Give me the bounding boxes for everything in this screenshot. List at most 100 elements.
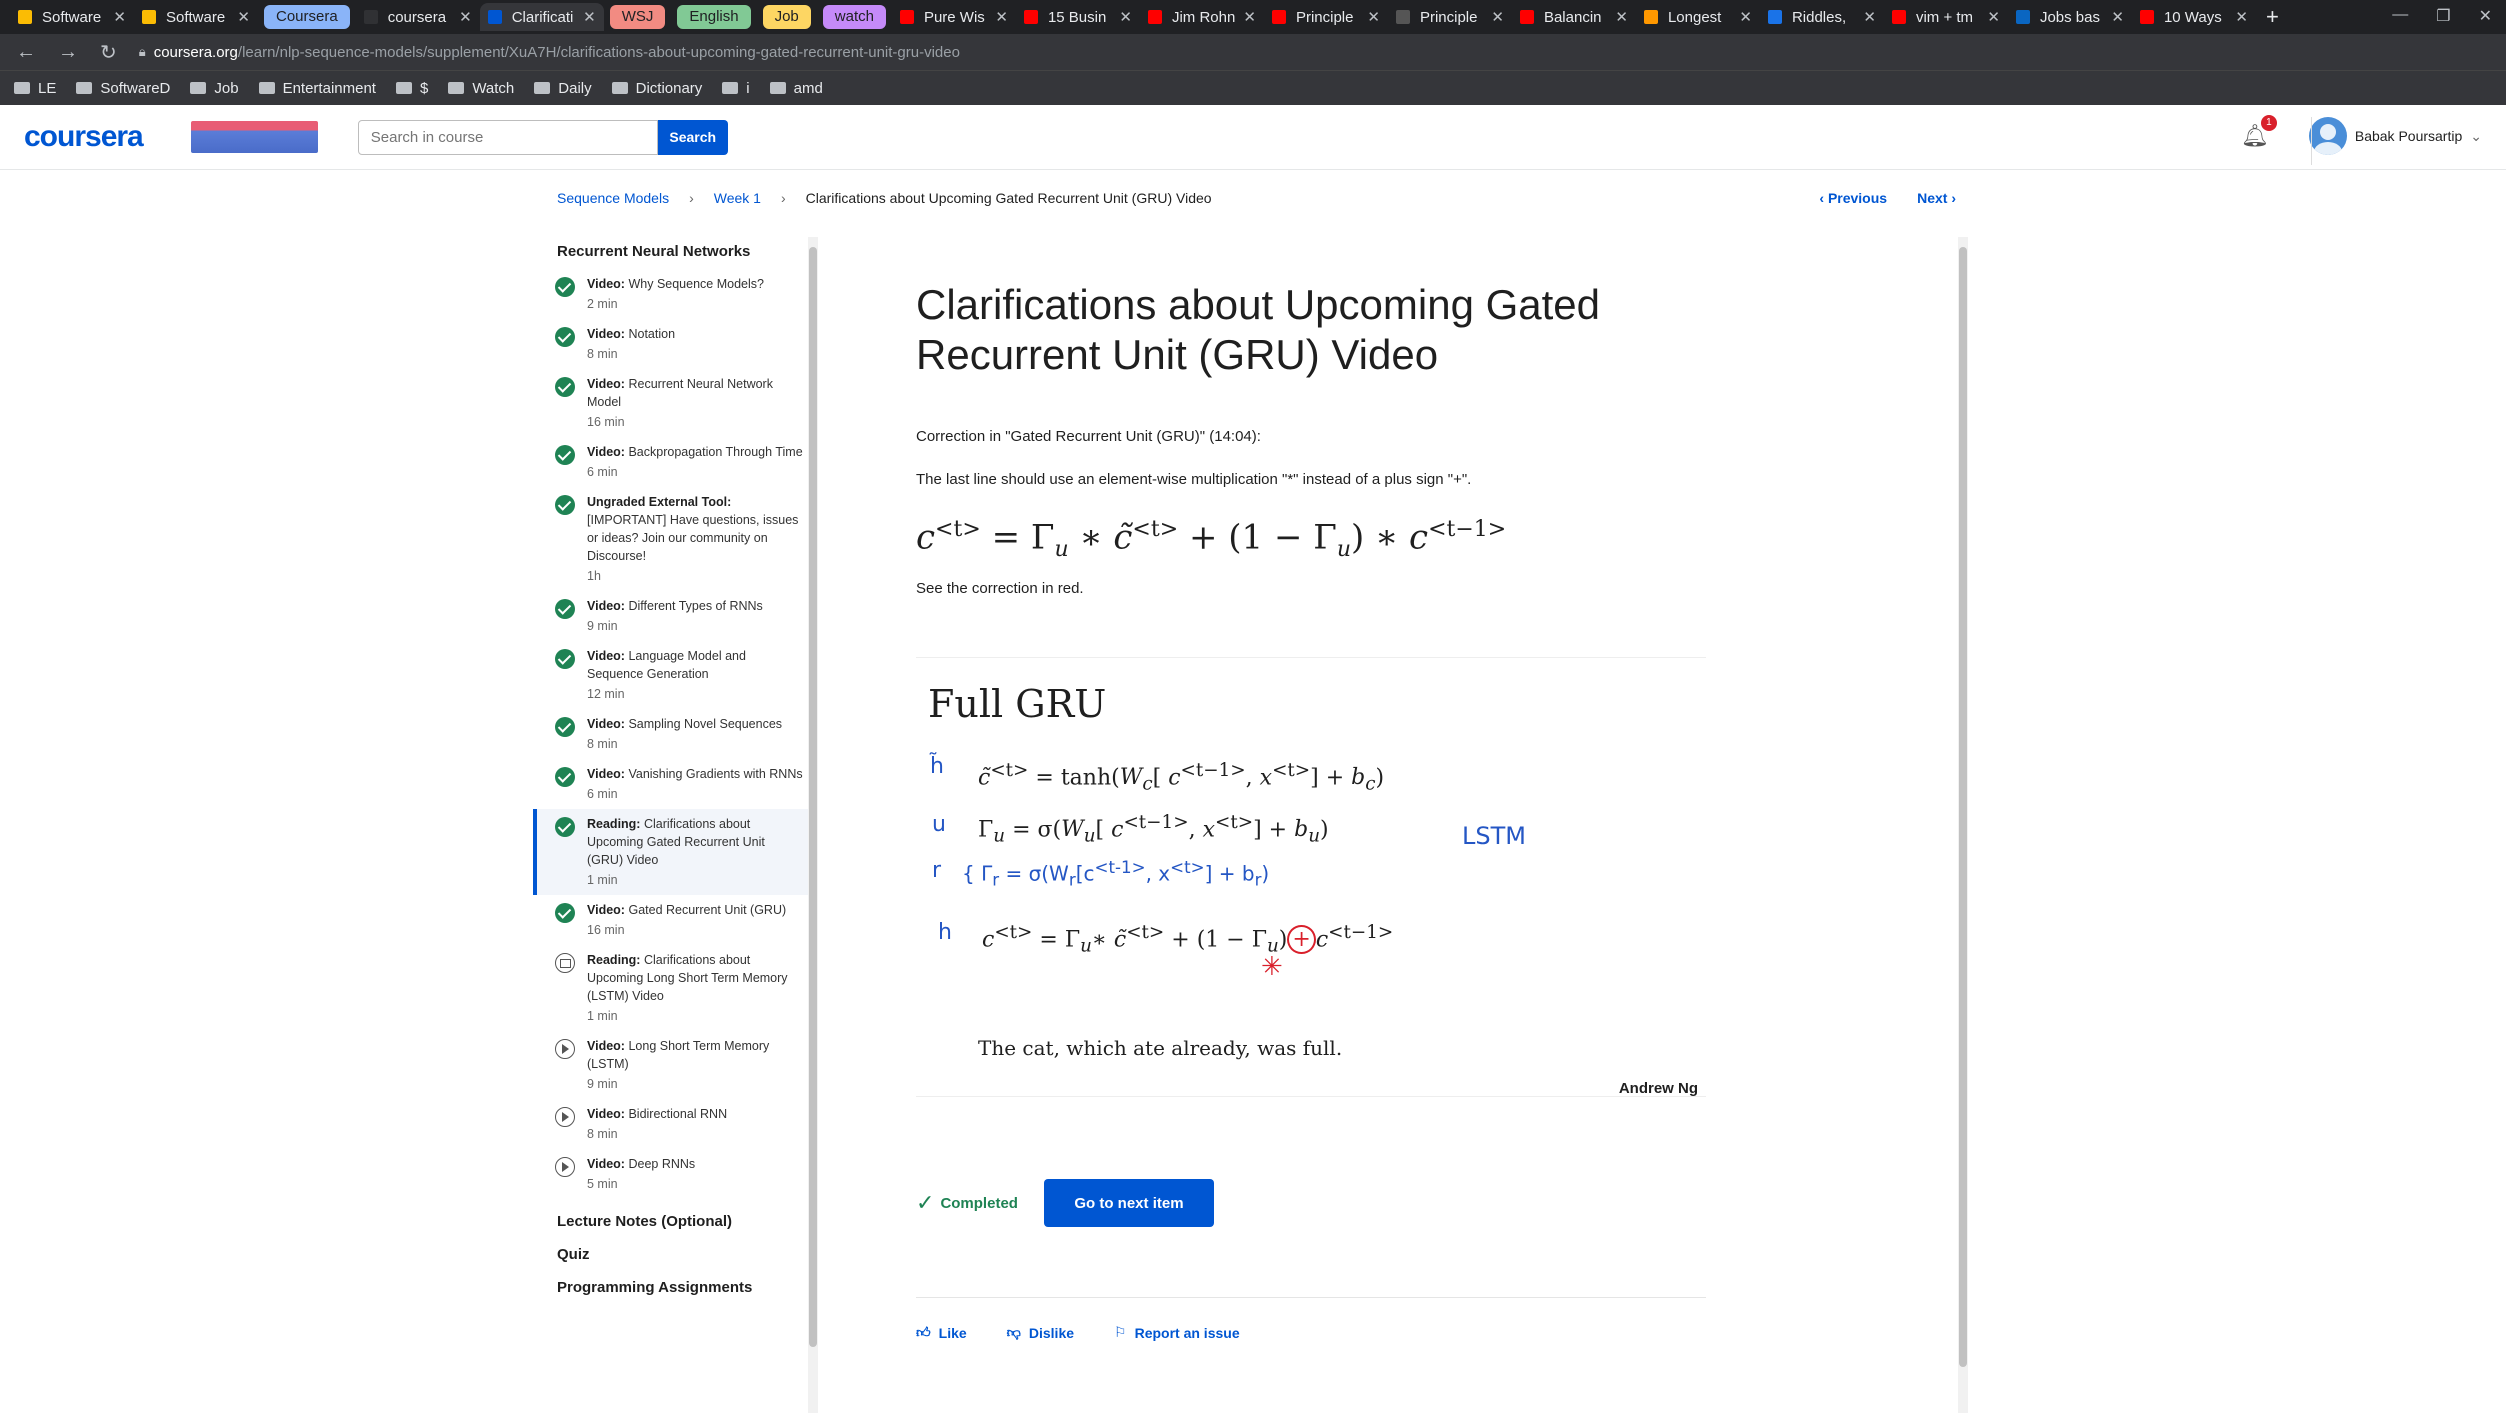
- outline-item[interactable]: Video: Backpropagation Through Time 6 min: [533, 437, 809, 487]
- restore-icon[interactable]: ❐: [2436, 6, 2450, 26]
- browser-tab[interactable]: Jim Rohn ✕: [1140, 3, 1264, 31]
- favicon-icon: [487, 10, 502, 24]
- tab-title: Software: [42, 8, 102, 26]
- bookmark-item[interactable]: Dictionary: [611, 80, 702, 97]
- breadcrumb-week[interactable]: Week 1: [714, 190, 761, 206]
- outline-item[interactable]: Video: Vanishing Gradients with RNNs 6 mi…: [533, 759, 809, 809]
- outline-item[interactable]: Video: Notation 8 min: [533, 319, 809, 369]
- module-heading[interactable]: Recurrent Neural Networks: [533, 237, 809, 269]
- browser-tab[interactable]: Software ✕: [134, 3, 258, 31]
- item-duration: 1 min: [587, 873, 618, 887]
- dislike-button[interactable]: 👎︎ Dislike: [1007, 1324, 1074, 1341]
- outline-section[interactable]: Quiz: [533, 1238, 809, 1271]
- outline-item[interactable]: Ungraded External Tool: [IMPORTANT] Have…: [533, 487, 809, 591]
- browser-tab[interactable]: 10 Ways ✕: [2132, 3, 2256, 31]
- close-tab-icon[interactable]: ✕: [995, 8, 1008, 26]
- browser-tab[interactable]: Balancin ✕: [1512, 3, 1636, 31]
- tab-group-english[interactable]: English: [677, 5, 751, 29]
- avatar[interactable]: [2308, 117, 2347, 155]
- browser-tab[interactable]: Principle ✕: [1388, 3, 1512, 31]
- close-tab-icon[interactable]: ✕: [1119, 8, 1132, 26]
- browser-tab[interactable]: Riddles, ✕: [1760, 3, 1884, 31]
- close-tab-icon[interactable]: ✕: [2111, 8, 2124, 26]
- browser-tab[interactable]: vim + tm ✕: [1884, 3, 2008, 31]
- bookmark-item[interactable]: Watch: [448, 80, 514, 97]
- correction-intro: Correction in "Gated Recurrent Unit (GRU…: [916, 428, 1261, 445]
- bookmark-item[interactable]: $: [395, 80, 428, 97]
- outline-item[interactable]: Video: Sampling Novel Sequences 8 min: [533, 709, 809, 759]
- close-tab-icon[interactable]: ✕: [1491, 8, 1504, 26]
- outline-item[interactable]: Video: Bidirectional RNN 8 min: [533, 1099, 809, 1149]
- bookmark-item[interactable]: amd: [769, 80, 823, 97]
- chevron-down-icon[interactable]: ⌄: [2470, 128, 2482, 145]
- outline-item[interactable]: Video: Long Short Term Memory (LSTM) 9 mi…: [533, 1031, 809, 1099]
- close-tab-icon[interactable]: ✕: [2235, 8, 2248, 26]
- outline-item[interactable]: Reading: Clarifications about Upcoming G…: [533, 809, 809, 895]
- browser-tab[interactable]: Longest ✕: [1636, 3, 1760, 31]
- previous-link[interactable]: ‹ Previous: [1819, 190, 1887, 206]
- coursera-logo[interactable]: coursera: [24, 120, 144, 154]
- close-tab-icon[interactable]: ✕: [1367, 8, 1380, 26]
- bookmark-item[interactable]: Daily: [534, 80, 592, 97]
- new-tab-icon[interactable]: +: [2266, 4, 2279, 30]
- tab-group-coursera[interactable]: Coursera: [264, 5, 350, 29]
- tab-group-watch[interactable]: watch: [822, 5, 886, 29]
- next-link[interactable]: Next ›: [1917, 190, 1956, 206]
- search-button[interactable]: Search: [657, 119, 728, 155]
- outline-item[interactable]: Reading: Clarifications about Upcoming L…: [533, 945, 809, 1031]
- browser-tab[interactable]: Clarificati ✕: [479, 3, 604, 31]
- bookmark-item[interactable]: Entertainment: [258, 80, 376, 97]
- like-button[interactable]: 👍︎ Like: [916, 1324, 967, 1341]
- close-tab-icon[interactable]: ✕: [1739, 8, 1752, 26]
- go-to-next-item-button[interactable]: Go to next item: [1043, 1179, 1214, 1227]
- close-tab-icon[interactable]: ✕: [1615, 8, 1628, 26]
- browser-tab[interactable]: Software ✕: [10, 3, 134, 31]
- user-menu[interactable]: 🔔︎ 1 Babak Poursartip ⌄: [2241, 115, 2482, 155]
- bookmark-item[interactable]: i: [722, 80, 750, 97]
- tab-group-wsj[interactable]: WSJ: [609, 5, 666, 29]
- browser-tab[interactable]: Pure Wis ✕: [892, 3, 1016, 31]
- content-scrollbar[interactable]: [1958, 237, 1968, 1413]
- bookmark-item[interactable]: LE: [14, 80, 56, 97]
- breadcrumb-course[interactable]: Sequence Models: [557, 190, 669, 206]
- close-tab-icon[interactable]: ✕: [113, 8, 126, 26]
- close-tab-icon[interactable]: ✕: [237, 8, 250, 26]
- close-tab-icon[interactable]: ✕: [1243, 8, 1256, 26]
- outline-item[interactable]: Video: Different Types of RNNs 9 min: [533, 591, 809, 641]
- browser-tab[interactable]: Principle ✕: [1264, 3, 1388, 31]
- outline-item[interactable]: Video: Deep RNNs 5 min: [533, 1149, 809, 1199]
- close-tab-icon[interactable]: ✕: [1987, 8, 2000, 26]
- outline-item[interactable]: Video: Recurrent Neural Network Model 16 …: [533, 369, 809, 437]
- item-duration: 8 min: [587, 1127, 618, 1141]
- item-type: Video:: [587, 445, 625, 459]
- bookmark-item[interactable]: SoftwareD: [76, 80, 170, 97]
- favicon-icon: [142, 10, 156, 24]
- close-window-icon[interactable]: ✕: [2479, 6, 2492, 26]
- close-tab-icon[interactable]: ✕: [459, 8, 472, 26]
- notification-bell-icon[interactable]: 🔔︎ 1: [2241, 115, 2277, 149]
- browser-tab[interactable]: coursera ✕: [356, 3, 480, 31]
- browser-tab[interactable]: Jobs bas ✕: [2008, 3, 2132, 31]
- outline-section[interactable]: Lecture Notes (Optional): [533, 1205, 809, 1238]
- user-name[interactable]: Babak Poursartip: [2355, 128, 2462, 144]
- sidebar-scrollbar[interactable]: [808, 237, 818, 1413]
- item-type: Reading:: [587, 817, 641, 831]
- report-issue-button[interactable]: ⚐ Report an issue: [1114, 1324, 1240, 1341]
- outline-item[interactable]: Video: Language Model and Sequence Gener…: [533, 641, 809, 709]
- close-tab-icon[interactable]: ✕: [583, 8, 596, 26]
- back-icon[interactable]: ←: [16, 41, 36, 64]
- outline-item[interactable]: Video: Why Sequence Models? 2 min: [533, 269, 809, 319]
- tab-group-job[interactable]: Job: [762, 5, 811, 29]
- bookmark-item[interactable]: Job: [190, 80, 239, 97]
- minimize-icon[interactable]: —: [2392, 6, 2408, 26]
- close-tab-icon[interactable]: ✕: [1863, 8, 1876, 26]
- url-field[interactable]: coursera.org/learn/nlp-sequence-models/s…: [154, 44, 960, 61]
- folder-icon: [76, 82, 93, 94]
- browser-tab[interactable]: 15 Busin ✕: [1016, 3, 1140, 31]
- forward-icon[interactable]: →: [58, 41, 78, 64]
- outline-item[interactable]: Video: Gated Recurrent Unit (GRU) 16 min: [533, 895, 809, 945]
- outline-section[interactable]: Programming Assignments: [533, 1271, 809, 1304]
- reload-icon[interactable]: ↻: [100, 40, 117, 65]
- search-input[interactable]: [357, 119, 658, 155]
- page-title: Clarifications about Upcoming Gated Recu…: [916, 281, 1601, 378]
